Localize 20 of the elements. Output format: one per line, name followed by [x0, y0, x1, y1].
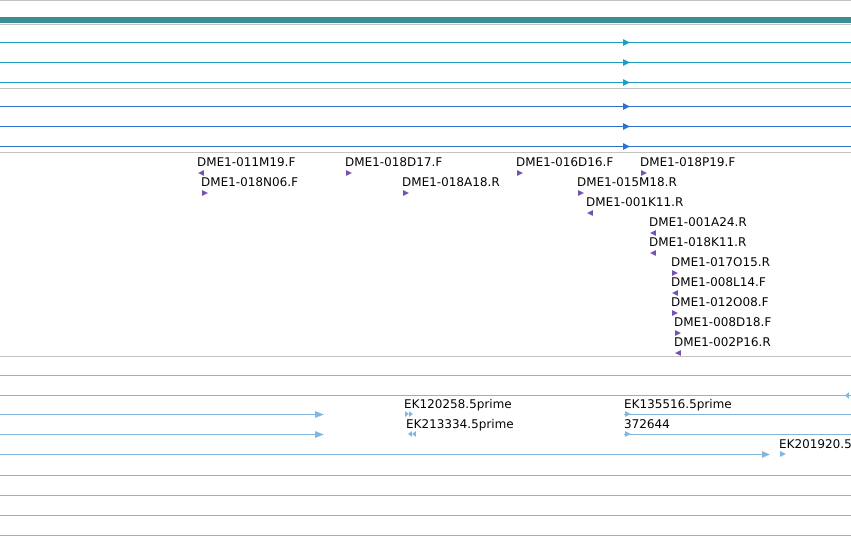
feature-label: 372644 [624, 417, 670, 431]
feature-label: DME1-015M18.R [577, 175, 677, 189]
feature-label: DME1-018D17.F [345, 155, 442, 169]
feature-label: DME1-018N06.F [201, 175, 298, 189]
feature-label: DME1-001K11.R [586, 195, 684, 209]
feature-label: DME1-018A18.R [402, 175, 500, 189]
feature-label: DME1-017O15.R [671, 255, 770, 269]
feature-label: EK201920.5 [779, 437, 851, 451]
feature-label: DME1-018K11.R [649, 235, 746, 249]
feature-label: EK135516.5prime [624, 397, 732, 411]
feature-label: DME1-018P19.F [640, 155, 736, 169]
feature-label: DME1-002P16.R [674, 335, 771, 349]
feature-label: DME1-001A24.R [649, 215, 747, 229]
feature-label: DME1-012O08.F [671, 295, 768, 309]
feature-label: DME1-008D18.F [674, 315, 772, 329]
feature-label: EK213334.5prime [406, 417, 514, 431]
feature-label: DME1-016D16.F [516, 155, 614, 169]
feature-label: DME1-011M19.F [197, 155, 296, 169]
feature-label: DME1-008L14.F [671, 275, 766, 289]
feature-label: EK120258.5prime [404, 397, 512, 411]
